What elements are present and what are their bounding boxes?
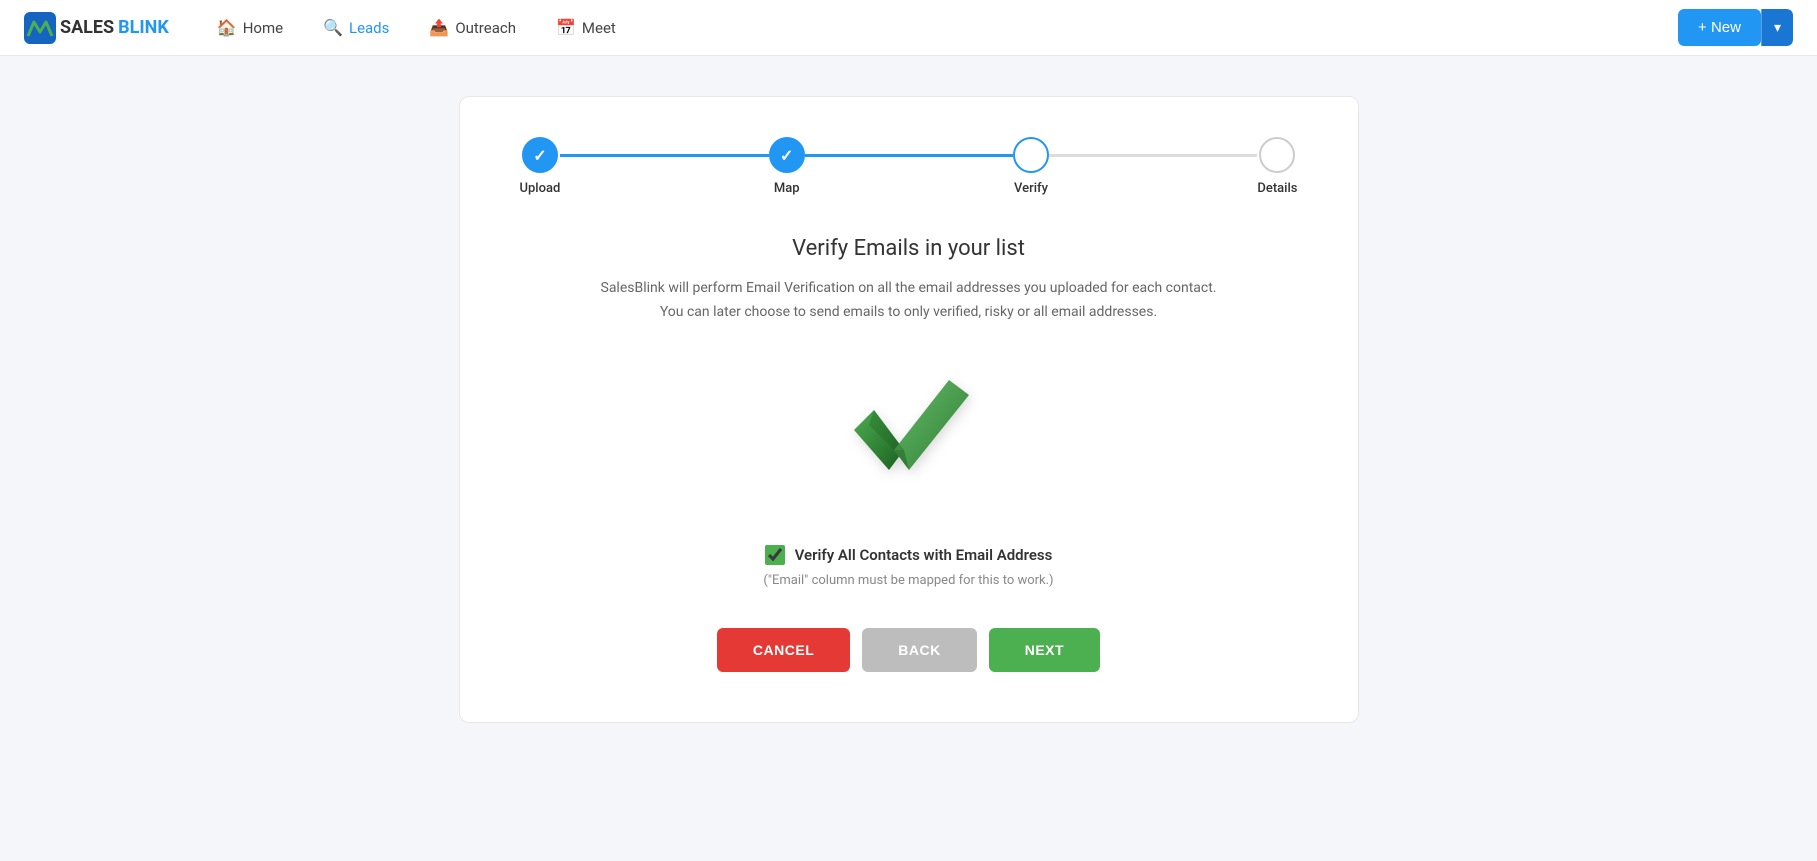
nav-label-outreach: Outreach: [455, 19, 516, 37]
verify-note: ("Email" column must be mapped for this …: [520, 573, 1298, 588]
step-circle-details: [1259, 137, 1295, 173]
check-svg: [839, 365, 979, 505]
success-check-icon: [839, 365, 979, 505]
calendar-icon: 📅: [556, 18, 576, 37]
page-description: SalesBlink will perform Email Verificati…: [520, 277, 1298, 325]
cancel-button[interactable]: CANCEL: [717, 628, 850, 672]
page-title: Verify Emails in your list: [520, 236, 1298, 261]
step-circle-map: ✓: [769, 137, 805, 173]
step-upload: ✓ Upload: [520, 137, 561, 196]
outreach-icon: 📤: [429, 18, 449, 37]
verify-option: Verify All Contacts with Email Address: [520, 545, 1298, 565]
step-label-map: Map: [774, 181, 800, 196]
desc-line2: You can later choose to send emails to o…: [660, 304, 1157, 320]
nav-item-meet[interactable]: 📅 Meet: [540, 10, 632, 45]
logo-blink-text: BLINK: [118, 17, 169, 38]
logo-icon: [24, 12, 56, 44]
button-row: CANCEL BACK NEXT: [520, 628, 1298, 672]
logo[interactable]: SALESBLINK: [24, 12, 169, 44]
connector-1: [560, 154, 768, 157]
nav-item-leads[interactable]: 🔍 Leads: [307, 10, 405, 45]
new-button-wrapper: + New ▾: [1678, 9, 1793, 46]
stepper: ✓ Upload ✓ Map Verify Details: [520, 137, 1298, 196]
step-circle-upload: ✓: [522, 137, 558, 173]
connector-3: [1049, 154, 1257, 157]
nav-label-home: Home: [243, 19, 283, 37]
step-circle-verify: [1013, 137, 1049, 173]
step-details: Details: [1257, 137, 1297, 196]
navbar: SALESBLINK 🏠 Home 🔍 Leads 📤 Outreach 📅 M…: [0, 0, 1817, 56]
nav-item-home[interactable]: 🏠 Home: [201, 10, 299, 45]
new-button[interactable]: + New: [1678, 9, 1761, 46]
nav-right: + New ▾: [1678, 9, 1793, 46]
back-button[interactable]: BACK: [862, 628, 976, 672]
step-label-upload: Upload: [520, 181, 561, 196]
step-verify: Verify: [1013, 137, 1049, 196]
nav-label-leads: Leads: [349, 19, 389, 37]
step-map: ✓ Map: [769, 137, 805, 196]
nav-item-outreach[interactable]: 📤 Outreach: [413, 10, 532, 45]
nav-label-meet: Meet: [582, 19, 616, 37]
step-label-verify: Verify: [1014, 181, 1048, 196]
nav-items: 🏠 Home 🔍 Leads 📤 Outreach 📅 Meet: [201, 10, 632, 45]
step-label-details: Details: [1257, 181, 1297, 196]
search-icon: 🔍: [323, 18, 343, 37]
content-card: ✓ Upload ✓ Map Verify Details Verify: [459, 96, 1359, 723]
next-button[interactable]: NEXT: [989, 628, 1100, 672]
logo-sales-text: SALES: [60, 17, 114, 38]
desc-line1: SalesBlink will perform Email Verificati…: [601, 280, 1217, 296]
verify-option-label: Verify All Contacts with Email Address: [795, 546, 1053, 564]
home-icon: 🏠: [217, 18, 237, 37]
new-dropdown-button[interactable]: ▾: [1761, 9, 1793, 46]
check-container: [520, 365, 1298, 505]
connector-2: [805, 154, 1013, 157]
verify-checkbox[interactable]: [765, 545, 785, 565]
main-content: ✓ Upload ✓ Map Verify Details Verify: [0, 56, 1817, 763]
